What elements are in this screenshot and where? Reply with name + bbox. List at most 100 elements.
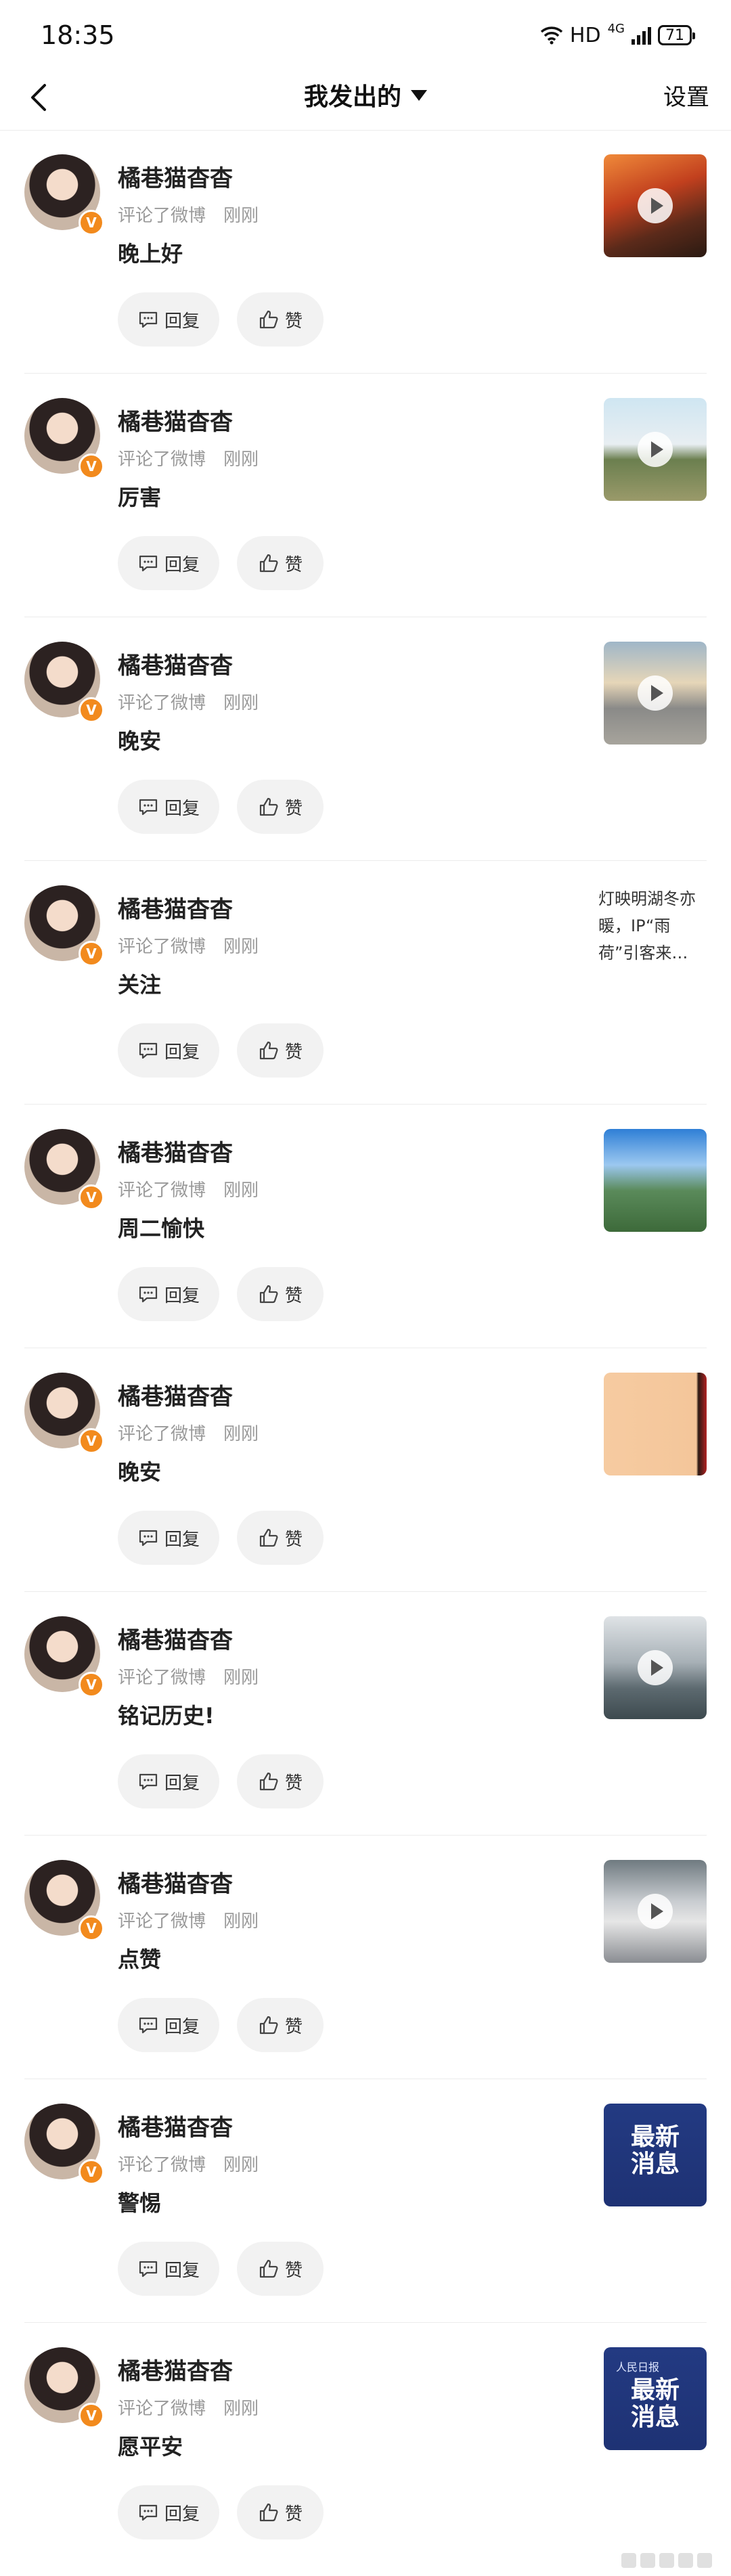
user-name[interactable]: 橘巷猫杳杳 [118,891,233,924]
reply-button[interactable]: 回复 [118,1754,219,1808]
comment-item[interactable]: V 橘巷猫杳杳 评论了微博 刚刚 愿平安 回复 赞 人民日报 最新 消息 [24,2323,707,2567]
reply-label: 回复 [164,1529,200,1550]
timestamp: 刚刚 [223,2399,259,2419]
like-label: 赞 [284,2016,303,2037]
reply-label: 回复 [164,798,200,819]
like-label: 赞 [284,311,303,332]
comment-meta: 评论了微博 刚刚 [118,202,259,227]
user-name[interactable]: 橘巷猫杳杳 [118,1622,233,1655]
reply-button[interactable]: 回复 [118,2485,219,2539]
thumbs-up-icon [259,310,278,329]
action-text: 评论了微博 [118,449,206,470]
like-button[interactable]: 赞 [237,2485,324,2539]
action-text: 评论了微博 [118,937,206,957]
signal-icon [632,26,651,45]
post-thumbnail[interactable] [604,1129,707,1232]
comment-icon [139,2504,158,2521]
timestamp: 刚刚 [223,693,259,713]
play-icon [638,432,673,467]
like-button[interactable]: 赞 [237,1267,324,1321]
reply-label: 回复 [164,2016,200,2037]
timestamp: 刚刚 [223,206,259,226]
comment-item[interactable]: V 橘巷猫杳杳 评论了微博 刚刚 点赞 回复 赞 [24,1836,707,2079]
reply-button[interactable]: 回复 [118,292,219,347]
comment-item[interactable]: V 橘巷猫杳杳 评论了微博 刚刚 铭记历史! 回复 赞 [24,1592,707,1836]
comment-item[interactable]: V 橘巷猫杳杳 评论了微博 刚刚 晚安 回复 赞 [24,617,707,861]
comment-icon [139,311,158,328]
user-name[interactable]: 橘巷猫杳杳 [118,160,233,193]
reply-label: 回复 [164,2260,200,2281]
like-button[interactable]: 赞 [237,1023,324,1078]
reply-button[interactable]: 回复 [118,780,219,834]
post-thumbnail[interactable] [604,1616,707,1719]
comment-meta: 评论了微博 刚刚 [118,689,259,714]
comment-meta: 评论了微博 刚刚 [118,2395,259,2420]
comment-item[interactable]: V 橘巷猫杳杳 评论了微博 刚刚 晚上好 回复 赞 [24,130,707,374]
post-thumbnail[interactable] [604,642,707,745]
post-thumbnail[interactable]: 最新 消息 [604,2104,707,2206]
play-icon [638,1650,673,1685]
like-button[interactable]: 赞 [237,1511,324,1565]
comment-text: 愿平安 [118,2434,183,2460]
post-thumbnail[interactable] [604,1373,707,1475]
user-name[interactable]: 橘巷猫杳杳 [118,403,233,437]
thumbs-up-icon [259,1772,278,1791]
battery-level: 71 [665,26,684,44]
user-name[interactable]: 橘巷猫杳杳 [118,1865,233,1898]
status-bar: 18:35 HD 4G 71 [0,0,731,74]
verified-badge-icon: V [79,210,104,236]
reply-button[interactable]: 回复 [118,1023,219,1078]
post-thumbnail[interactable] [604,398,707,501]
top-navigation: 我发出的 设置 [0,68,731,131]
status-icons: HD 4G 71 [540,20,695,50]
user-name[interactable]: 橘巷猫杳杳 [118,1378,233,1411]
user-name[interactable]: 橘巷猫杳杳 [118,647,233,680]
reply-label: 回复 [164,1042,200,1063]
post-thumbnail[interactable] [604,154,707,257]
comment-icon [139,1286,158,1303]
battery-icon: 71 [658,25,695,45]
network-label: 4G [607,21,625,36]
like-button[interactable]: 赞 [237,1754,324,1808]
verified-badge-icon: V [79,2159,104,2185]
like-label: 赞 [284,1285,303,1306]
post-thumbnail[interactable] [604,1860,707,1963]
comment-text: 关注 [118,972,162,998]
reply-button[interactable]: 回复 [118,536,219,590]
user-name[interactable]: 橘巷猫杳杳 [118,2353,233,2386]
comment-item[interactable]: V 橘巷猫杳杳 评论了微博 刚刚 警惕 回复 赞 最新 消息 [24,2079,707,2323]
like-button[interactable]: 赞 [237,2242,324,2296]
comment-icon [139,2017,158,2034]
user-name[interactable]: 橘巷猫杳杳 [118,2109,233,2142]
post-thumbnail[interactable]: 人民日报 最新 消息 [604,2347,707,2450]
comment-item[interactable]: V 橘巷猫杳杳 评论了微博 刚刚 晚安 回复 赞 [24,1348,707,1592]
post-thumbnail-text[interactable]: 灯映明湖冬亦暖，IP“雨荷”引客来… [598,885,707,967]
verified-badge-icon: V [79,941,104,967]
timestamp: 刚刚 [223,1180,259,1201]
like-button[interactable]: 赞 [237,780,324,834]
comment-item[interactable]: V 橘巷猫杳杳 评论了微博 刚刚 关注 回复 赞 灯映明湖冬亦暖，IP“雨荷”引客… [24,861,707,1105]
like-button[interactable]: 赞 [237,536,324,590]
settings-button[interactable]: 设置 [663,77,709,118]
like-label: 赞 [284,554,303,575]
reply-button[interactable]: 回复 [118,1998,219,2052]
verified-badge-icon: V [79,697,104,723]
reply-button[interactable]: 回复 [118,1267,219,1321]
reply-button[interactable]: 回复 [118,2242,219,2296]
user-name[interactable]: 橘巷猫杳杳 [118,1134,233,1168]
play-icon [638,188,673,223]
news-headline: 最新 消息 [630,2376,680,2431]
comment-item[interactable]: V 橘巷猫杳杳 评论了微博 刚刚 厉害 回复 赞 [24,374,707,617]
comment-item[interactable]: V 橘巷猫杳杳 评论了微博 刚刚 周二愉快 回复 赞 [24,1105,707,1348]
thumbs-up-icon [259,1285,278,1304]
action-text: 评论了微博 [118,1180,206,1201]
like-label: 赞 [284,1529,303,1550]
like-button[interactable]: 赞 [237,292,324,347]
verified-badge-icon: V [79,1672,104,1697]
comment-meta: 评论了微博 刚刚 [118,2151,259,2176]
page-title[interactable]: 我发出的 [0,77,731,118]
reply-button[interactable]: 回复 [118,1511,219,1565]
action-text: 评论了微博 [118,1424,206,1444]
reply-label: 回复 [164,311,200,332]
like-button[interactable]: 赞 [237,1998,324,2052]
